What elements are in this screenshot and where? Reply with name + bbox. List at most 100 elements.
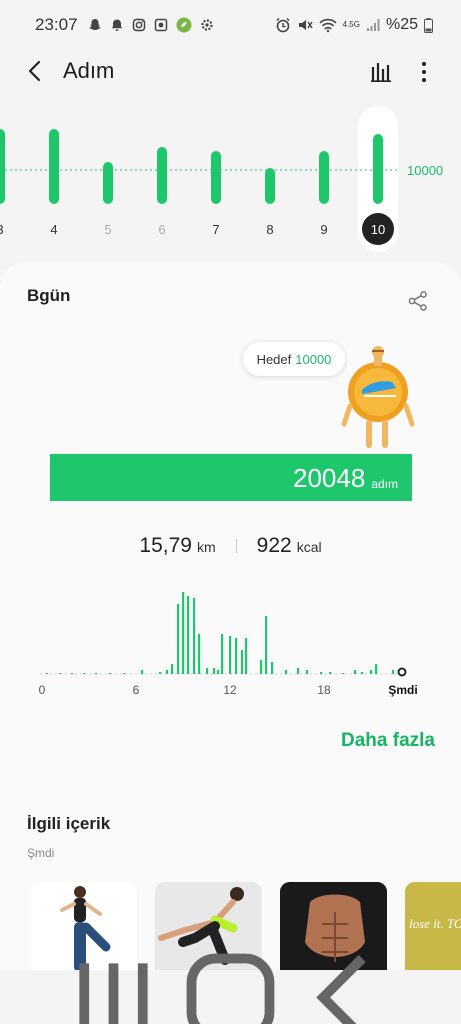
related-thumbnail-lose-it[interactable]: lose it. TONE IT. [405, 882, 461, 972]
hour-bar [182, 592, 185, 674]
hour-bar [193, 598, 196, 674]
week-bar-6[interactable] [157, 147, 167, 204]
hour-bar [166, 670, 169, 674]
weekly-steps-chart[interactable]: 10000 3 4 5 6 7 8 9 10 [0, 104, 461, 254]
hour-bar [245, 638, 248, 674]
page-title: Adım [63, 58, 115, 83]
related-content-subtitle: Şmdi [27, 846, 55, 860]
distance-unit: km [196, 539, 216, 555]
week-day-label[interactable]: 5 [104, 222, 111, 237]
hour-bar [59, 673, 62, 674]
week-day-label[interactable]: 6 [158, 222, 165, 237]
recent-apps-icon[interactable] [55, 939, 172, 1024]
sun-mascot-icon [341, 346, 415, 448]
more-button[interactable]: Daha fazla [320, 730, 435, 752]
hour-bar [235, 638, 238, 674]
week-day-label[interactable]: 9 [320, 222, 327, 237]
app-icon [176, 17, 192, 33]
hour-bar [109, 673, 112, 674]
system-nav-bar [0, 953, 461, 1024]
app-bar: Adım [0, 52, 461, 92]
week-bar-8[interactable] [265, 168, 275, 204]
back-nav-icon[interactable] [289, 939, 406, 1024]
week-bar-10[interactable] [373, 134, 383, 204]
hour-bar [342, 673, 345, 674]
notification-icons [88, 17, 214, 33]
now-marker [397, 667, 407, 677]
week-day-label[interactable]: 8 [266, 222, 273, 237]
steps-progress-bar: 20048 adım [50, 454, 412, 501]
hour-bar [392, 670, 395, 674]
week-day-label[interactable]: 3 [0, 222, 4, 237]
hour-bar [265, 616, 268, 674]
hour-bar [285, 670, 288, 674]
hour-bar [46, 673, 49, 674]
week-bar-4[interactable] [49, 129, 59, 204]
week-bar-3[interactable] [0, 129, 5, 204]
battery-icon [424, 17, 433, 33]
hour-bar [187, 596, 190, 674]
snapchat-icon [88, 19, 101, 30]
home-icon[interactable] [172, 939, 289, 1024]
week-bar-5[interactable] [103, 162, 113, 204]
hour-bar [95, 673, 98, 674]
hour-bar [83, 673, 86, 674]
calories-value: 922 [256, 534, 292, 557]
settings-gear-icon [200, 19, 213, 31]
instagram-icon [132, 18, 145, 32]
hour-bar [213, 668, 216, 674]
notification-bell-icon [111, 19, 122, 31]
goal-bubble: Hedef 10000 [243, 342, 345, 376]
hour-bar [123, 673, 126, 674]
goal-line-label: 10000 [407, 163, 443, 178]
week-bar-9[interactable] [319, 151, 329, 204]
steps-count: 20048 [293, 463, 366, 493]
hour-bar [297, 668, 300, 674]
hour-bar [375, 664, 378, 674]
hour-bar [141, 670, 144, 674]
goal-label: Hedef [256, 351, 292, 367]
hour-bar [241, 650, 244, 674]
steps-unit: adım [371, 477, 398, 491]
hour-bar [260, 660, 263, 674]
signal-icon [366, 19, 380, 31]
week-day-label[interactable]: 4 [50, 222, 57, 237]
hour-bar [198, 634, 201, 674]
poster-text: lose it. TONE IT. [409, 916, 461, 931]
hour-bar [221, 634, 224, 674]
more-options-icon[interactable] [414, 60, 434, 84]
hour-bar [171, 664, 174, 674]
hour-tick-label: 6 [133, 683, 140, 697]
today-title: Bgün [27, 286, 71, 305]
hour-bar [320, 672, 323, 674]
mute-icon [298, 20, 313, 30]
goal-value: 10000 [295, 351, 332, 367]
distance-value: 15,79 [139, 534, 192, 557]
hour-bar [370, 670, 373, 674]
stats-row: 15,79 km 922 kcal [0, 534, 461, 558]
week-day-label[interactable]: 7 [212, 222, 219, 237]
hourly-steps-chart[interactable]: 0 6 12 18 Şmdi [0, 578, 461, 702]
hour-tick-label: 18 [317, 683, 331, 697]
hour-tick-label: Şmdi [388, 683, 417, 697]
camera-icon [154, 18, 167, 32]
share-icon[interactable] [407, 290, 429, 312]
week-bar-7[interactable] [211, 151, 221, 204]
week-day-label[interactable]: 10 [371, 222, 385, 237]
hour-bar [177, 604, 180, 674]
hour-bar [306, 670, 309, 674]
hour-bar [229, 636, 232, 674]
bar-chart-icon[interactable] [370, 60, 392, 82]
status-time: 23:07 [35, 15, 78, 34]
battery-percent: %25 [385, 16, 418, 33]
hour-bar [361, 672, 364, 674]
related-content-title: İlgili içerik [27, 814, 111, 833]
hour-tick-label: 12 [223, 683, 237, 697]
back-arrow-icon[interactable] [22, 58, 48, 84]
status-bar: 23:07 4.5G %25 [0, 0, 461, 50]
alarm-icon [276, 17, 290, 33]
calories-unit: kcal [296, 539, 322, 555]
system-icons: 4.5G %25 [275, 16, 433, 34]
lose-it-poster-image: lose it. TONE IT. [405, 882, 461, 972]
hour-bar [206, 668, 209, 674]
